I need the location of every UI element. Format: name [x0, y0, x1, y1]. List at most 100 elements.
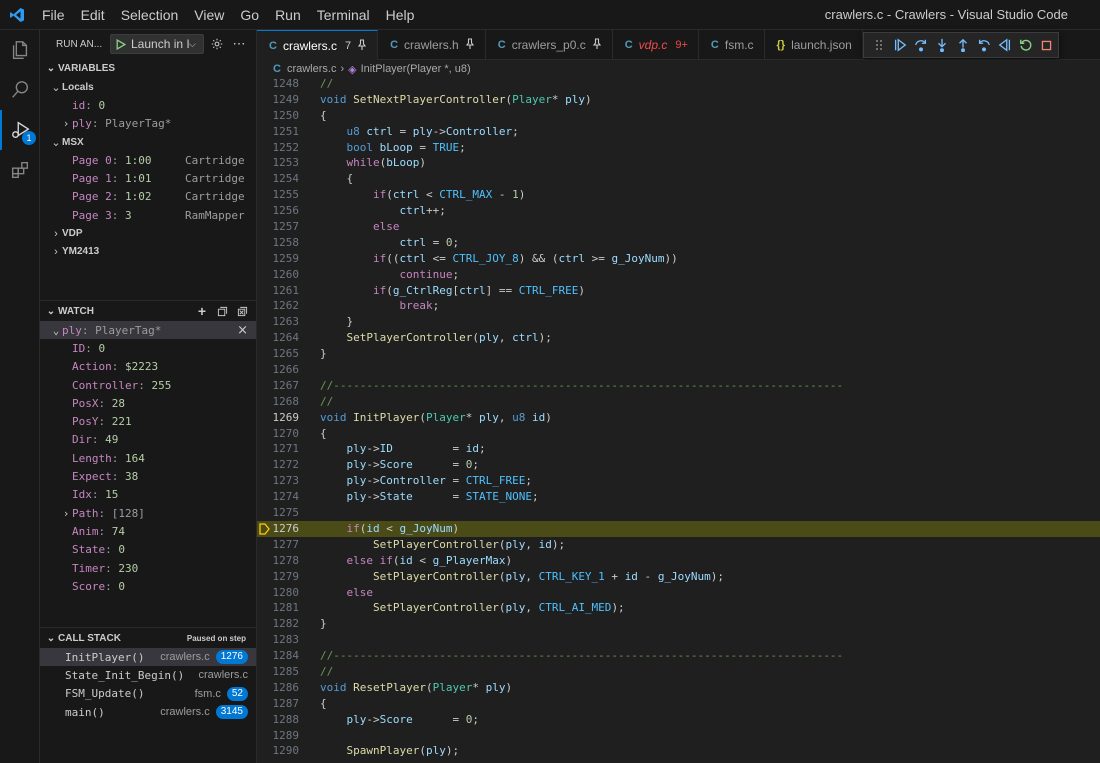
tab-launch-json[interactable]: {} launch.json	[765, 30, 863, 60]
watch-expression[interactable]: ⌄ ply: PlayerTag* ×	[40, 321, 256, 340]
watch-field-row[interactable]: Score: 0	[40, 577, 256, 595]
code-line[interactable]: 1286 void ResetPlayer(Player* ply)	[257, 680, 1100, 696]
menu-terminal[interactable]: Terminal	[309, 0, 378, 30]
call-stack-header[interactable]: ⌄ CALL STACK Paused on step	[40, 628, 256, 648]
code-line[interactable]: 1278 else if(id < g_PlayerMax)	[257, 553, 1100, 569]
launch-config-select[interactable]: Launch in I ⌵	[110, 34, 204, 54]
stack-frame[interactable]: State_Init_Begin() crawlers.c	[40, 666, 256, 684]
code-line[interactable]: 1279 SetPlayerController(ply, CTRL_KEY_1…	[257, 569, 1100, 585]
code-line[interactable]: 1259 if((ctrl <= CTRL_JOY_8) && (ctrl >=…	[257, 251, 1100, 267]
step-out-icon[interactable]	[952, 34, 973, 56]
start-debug-icon[interactable]	[111, 38, 129, 50]
menu-selection[interactable]: Selection	[113, 0, 187, 30]
stop-icon[interactable]	[1036, 34, 1057, 56]
stack-frame[interactable]: main() crawlers.c 3145	[40, 703, 256, 721]
pin-icon[interactable]	[592, 38, 602, 52]
watch-field-row[interactable]: Length: 164	[40, 449, 256, 467]
msx-page-row[interactable]: Page 3: 3 RamMapper	[40, 206, 256, 224]
menu-view[interactable]: View	[186, 0, 232, 30]
code-line[interactable]: 1284 //----------------------------------…	[257, 648, 1100, 664]
scope-msx[interactable]: ⌄ MSX	[40, 133, 256, 151]
close-icon[interactable]: ×	[237, 323, 248, 338]
code-line[interactable]: 1258 ctrl = 0;	[257, 235, 1100, 251]
tab-vdp-c[interactable]: Cvdp.c 9+	[613, 30, 699, 60]
scope-locals[interactable]: ⌄ Locals	[40, 78, 256, 96]
code-line[interactable]: 1288 ply->Score = 0;	[257, 712, 1100, 728]
stack-frame[interactable]: InitPlayer() crawlers.c 1276	[40, 648, 256, 667]
code-line[interactable]: 1251 u8 ctrl = ply->Controller;	[257, 124, 1100, 140]
menu-file[interactable]: File	[34, 0, 73, 30]
variable-row[interactable]: id: 0	[40, 96, 256, 114]
watch-field-row[interactable]: PosY: 221	[40, 412, 256, 430]
code-line[interactable]: 1264 SetPlayerController(ply, ctrl);	[257, 330, 1100, 346]
watch-field-row[interactable]: Anim: 74	[40, 522, 256, 540]
code-line[interactable]: 1250 {	[257, 108, 1100, 124]
watch-field-row[interactable]: Expect: 38	[40, 467, 256, 485]
msx-page-row[interactable]: Page 0: 1:00 Cartridge	[40, 151, 256, 169]
code-line[interactable]: 1255 if(ctrl < CTRL_MAX - 1)	[257, 187, 1100, 203]
code-line[interactable]: 1272 ply->Score = 0;	[257, 457, 1100, 473]
restart-icon[interactable]	[1015, 34, 1036, 56]
code-line[interactable]: 1287 {	[257, 696, 1100, 712]
code-line[interactable]: 1260 continue;	[257, 267, 1100, 283]
variable-row[interactable]: › ply: PlayerTag*	[40, 115, 256, 133]
watch-field-row[interactable]: PosX: 28	[40, 394, 256, 412]
code-line[interactable]: 1262 break;	[257, 298, 1100, 314]
gear-icon[interactable]	[206, 33, 228, 55]
stack-frame[interactable]: FSM_Update() fsm.c 52	[40, 685, 256, 703]
code-line[interactable]: 1289	[257, 728, 1100, 744]
watch-field-row[interactable]: Dir: 49	[40, 431, 256, 449]
code-line[interactable]: 1253 while(bLoop)	[257, 155, 1100, 171]
code-line[interactable]: 1283	[257, 632, 1100, 648]
tab-crawlers-h[interactable]: Ccrawlers.h	[378, 30, 486, 60]
extensions-icon[interactable]	[0, 150, 40, 190]
code-line[interactable]: 1266	[257, 362, 1100, 378]
scope-ym2413[interactable]: › YM2413	[40, 243, 256, 261]
code-line[interactable]: 1267 //----------------------------------…	[257, 378, 1100, 394]
watch-field-row[interactable]: Controller: 255	[40, 376, 256, 394]
step-into-icon[interactable]	[931, 34, 952, 56]
watch-field-row[interactable]: Timer: 230	[40, 559, 256, 577]
code-line[interactable]: 1261 if(g_CtrlReg[ctrl] == CTRL_FREE)	[257, 283, 1100, 299]
explorer-icon[interactable]	[0, 30, 40, 70]
code-line[interactable]: 1248 //	[257, 76, 1100, 92]
code-line[interactable]: 1274 ply->State = STATE_NONE;	[257, 489, 1100, 505]
code-line[interactable]: 1249 void SetNextPlayerController(Player*…	[257, 92, 1100, 108]
code-line[interactable]: 1277 SetPlayerController(ply, id);	[257, 537, 1100, 553]
code-line[interactable]: 1268 //	[257, 394, 1100, 410]
code-line[interactable]: 1263 }	[257, 314, 1100, 330]
watch-field-row[interactable]: State: 0	[40, 541, 256, 559]
code-line[interactable]: 1256 ctrl++;	[257, 203, 1100, 219]
remove-all-icon[interactable]	[234, 300, 250, 322]
variables-header[interactable]: ⌄ VARIABLES	[40, 58, 256, 78]
watch-field-row[interactable]: › Path: [128]	[40, 504, 256, 522]
current-code-line[interactable]: 1276 if(id < g_JoyNum)	[257, 520, 1100, 537]
scope-vdp[interactable]: › VDP	[40, 224, 256, 242]
menu-edit[interactable]: Edit	[73, 0, 113, 30]
code-line[interactable]: 1281 SetPlayerController(ply, CTRL_AI_ME…	[257, 600, 1100, 616]
code-line[interactable]: 1270 {	[257, 426, 1100, 442]
search-icon[interactable]	[0, 70, 40, 110]
code-line[interactable]: 1285 //	[257, 664, 1100, 680]
continue-icon[interactable]	[889, 34, 910, 56]
watch-field-row[interactable]: ID: 0	[40, 339, 256, 357]
code-line[interactable]: 1273 ply->Controller = CTRL_FREE;	[257, 473, 1100, 489]
watch-field-row[interactable]: Idx: 15	[40, 486, 256, 504]
watch-field-row[interactable]: Action: $2223	[40, 358, 256, 376]
menu-go[interactable]: Go	[232, 0, 267, 30]
code-line[interactable]: 1280 else	[257, 585, 1100, 601]
code-line[interactable]: 1265}	[257, 346, 1100, 362]
breadcrumb-symbol[interactable]: InitPlayer(Player *, u8)	[361, 63, 471, 75]
code-line[interactable]: 1254 {	[257, 171, 1100, 187]
code-editor[interactable]: 1248 // 1249 void SetNextPlayerController(P…	[257, 76, 1100, 763]
tab-fsm-c[interactable]: Cfsm.c	[699, 30, 765, 60]
code-line[interactable]: 1257 else	[257, 219, 1100, 235]
more-actions-icon[interactable]: ⋯	[228, 33, 250, 55]
code-line[interactable]: 1282}	[257, 616, 1100, 632]
code-line[interactable]: 1269 void InitPlayer(Player* ply, u8 id)	[257, 410, 1100, 426]
msx-page-row[interactable]: Page 2: 1:02 Cartridge	[40, 188, 256, 206]
step-over-icon[interactable]	[910, 34, 931, 56]
tab-crawlers-p0-c[interactable]: Ccrawlers_p0.c	[486, 30, 613, 60]
run-debug-icon[interactable]: 1	[0, 110, 40, 150]
add-expression-icon[interactable]: +	[194, 300, 210, 322]
